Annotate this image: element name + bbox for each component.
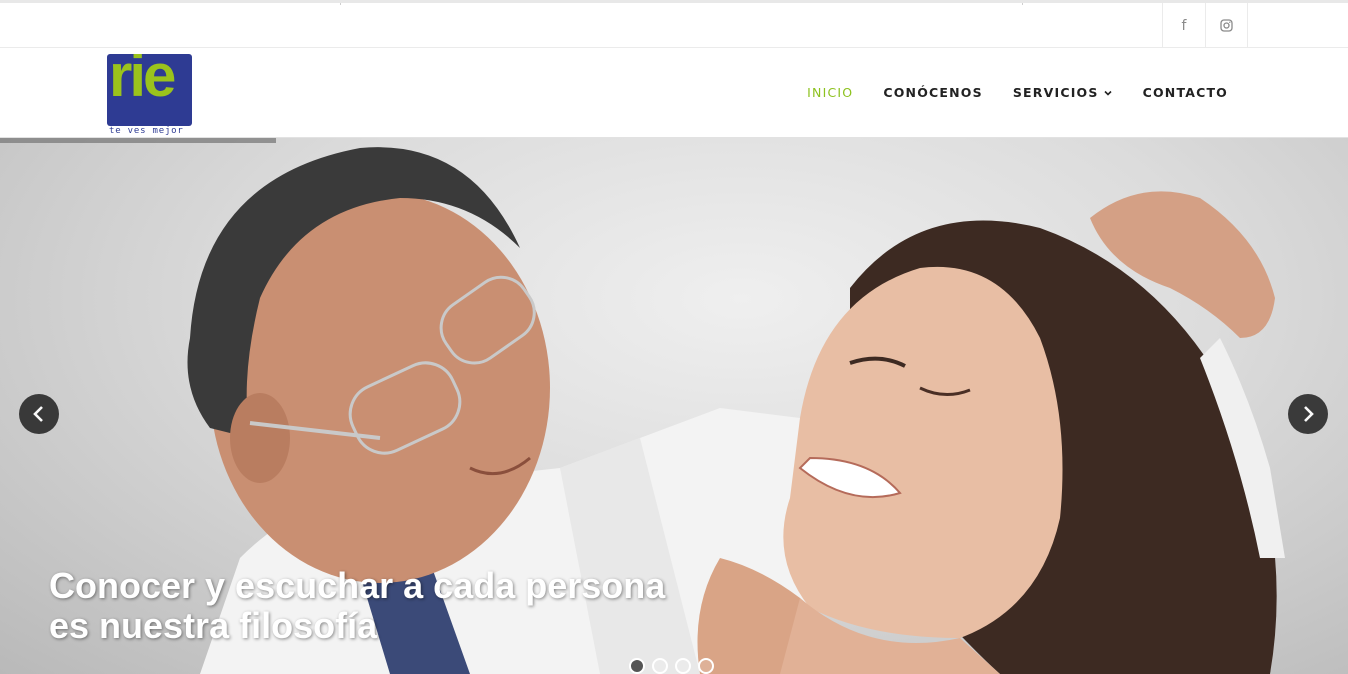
- chevron-down-icon: [1104, 90, 1112, 96]
- social-links: f: [1162, 3, 1248, 48]
- instagram-icon: [1220, 19, 1233, 32]
- slider-prev-button[interactable]: [19, 394, 59, 434]
- nav-item-label: SERVICIOS: [1012, 85, 1099, 100]
- divider: [340, 3, 341, 5]
- instagram-link[interactable]: [1205, 3, 1248, 48]
- nav-item-servicios[interactable]: SERVICIOS: [1013, 85, 1113, 100]
- slider-progress-bar: [0, 138, 276, 143]
- logo[interactable]: rie te ves mejor: [107, 54, 193, 136]
- caption-line-2: es nuestra filosofía: [49, 605, 378, 646]
- top-bar: f: [0, 0, 1348, 48]
- nav-item-inicio[interactable]: INICIO: [807, 85, 853, 100]
- slider-next-button[interactable]: [1288, 394, 1328, 434]
- slider-dot[interactable]: [698, 658, 714, 674]
- nav-item-conocenos[interactable]: CONÓCENOS: [883, 85, 983, 100]
- slider-dot[interactable]: [652, 658, 668, 674]
- nav-item-label: CONÓCENOS: [883, 85, 983, 100]
- logo-tagline: te ves mejor: [109, 126, 184, 136]
- chevron-left-icon: [33, 406, 43, 422]
- facebook-link[interactable]: f: [1162, 3, 1205, 48]
- logo-box: rie: [107, 54, 192, 126]
- hero-slider: Conocer y escuchar a cada persona es nue…: [0, 138, 1348, 674]
- main-nav: INICIO CONÓCENOS SERVICIOS CONTACTO: [807, 85, 1228, 100]
- slider-dot[interactable]: [629, 658, 645, 674]
- site-header: rie te ves mejor INICIO CONÓCENOS SERVIC…: [0, 48, 1348, 138]
- nav-item-label: CONTACTO: [1142, 85, 1228, 100]
- divider: [1022, 3, 1023, 5]
- chevron-right-icon: [1304, 406, 1314, 422]
- logo-text: rie: [109, 54, 176, 109]
- slider-dot[interactable]: [675, 658, 691, 674]
- nav-item-contacto[interactable]: CONTACTO: [1143, 85, 1228, 100]
- facebook-icon: f: [1181, 17, 1187, 34]
- slide-caption: Conocer y escuchar a cada persona es nue…: [49, 566, 729, 646]
- nav-item-label: INICIO: [807, 85, 854, 100]
- caption-line-1: Conocer y escuchar a cada persona: [49, 565, 666, 606]
- slider-pagination: [629, 658, 714, 674]
